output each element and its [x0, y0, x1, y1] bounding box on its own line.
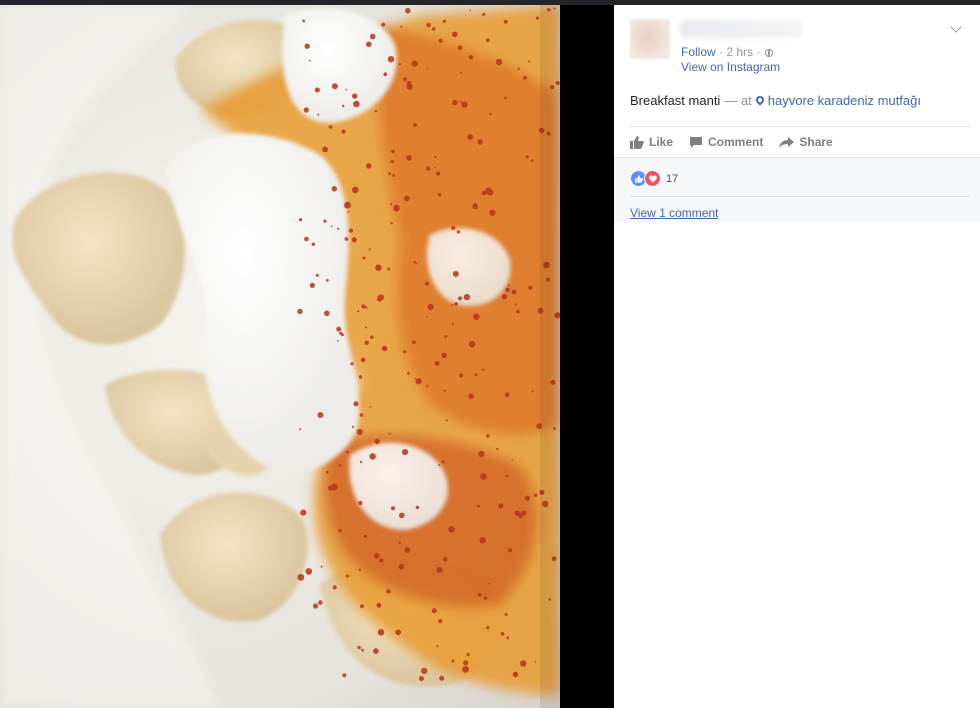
comment-button[interactable]: Comment — [689, 135, 763, 149]
post-caption: Breakfast manti — at hayvore karadeniz mut… — [630, 93, 921, 109]
manti-photo-image — [0, 5, 560, 708]
meta-dot-2: · — [756, 45, 761, 59]
share-button[interactable]: Share — [779, 135, 833, 149]
post-meta: Follow · 2 hrs · View on Instagram — [681, 45, 780, 75]
map-pin-icon — [754, 94, 766, 106]
meta-dot: · — [719, 45, 724, 59]
feedback-panel: 17 View 1 comment — [614, 157, 980, 223]
comment-icon — [690, 136, 703, 148]
view-comments-link[interactable]: View 1 comment — [630, 206, 718, 220]
photo-viewer[interactable] — [0, 5, 614, 708]
like-button[interactable]: Like — [630, 135, 673, 149]
post-time[interactable]: 2 hrs — [726, 45, 753, 59]
post-actions: Like Comment Share — [630, 133, 849, 151]
location-link[interactable]: hayvore karadeniz mutfağı — [768, 93, 921, 108]
like-icon — [630, 135, 644, 149]
author-avatar[interactable] — [630, 19, 670, 59]
globe-icon — [764, 49, 773, 57]
reaction-summary[interactable]: 17 — [630, 170, 678, 187]
follow-link[interactable]: Follow — [681, 45, 716, 59]
chevron-down-icon[interactable] — [950, 21, 962, 33]
view-on-instagram-link[interactable]: View on Instagram — [681, 60, 780, 74]
author-name[interactable] — [680, 20, 802, 38]
caption-text: Breakfast manti — [630, 93, 721, 108]
comment-label: Comment — [708, 135, 764, 149]
divider — [630, 196, 970, 197]
like-label: Like — [649, 135, 674, 149]
share-label: Share — [799, 135, 833, 149]
divider — [630, 126, 970, 127]
love-reaction-icon — [644, 170, 661, 187]
post-sidebar: Follow · 2 hrs · View on Instagram Break… — [614, 5, 980, 708]
reaction-count: 17 — [666, 172, 679, 185]
post-photo[interactable] — [0, 5, 560, 708]
share-icon — [779, 136, 795, 148]
at-separator: — at — [724, 93, 752, 108]
